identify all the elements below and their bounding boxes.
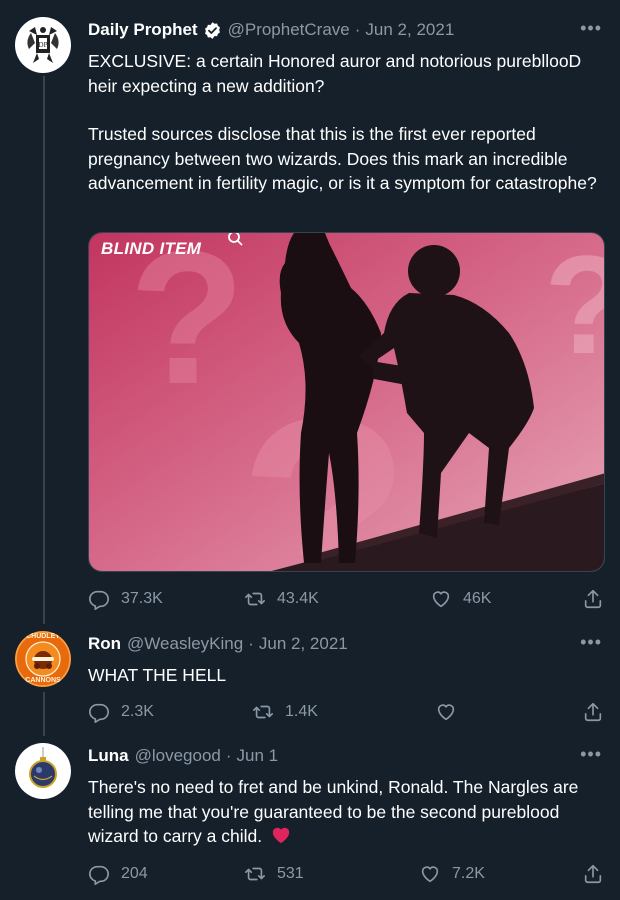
like-button[interactable] [435, 701, 468, 723]
like-button[interactable]: 46K [430, 588, 491, 610]
tweet-text: EXCLUSIVE: a certain Honored auror and n… [88, 49, 604, 196]
reply-icon [89, 865, 109, 885]
separator-dot: · [248, 634, 254, 653]
share-icon [584, 589, 602, 609]
retweet-icon [245, 867, 265, 881]
share-button[interactable] [582, 863, 615, 885]
blind-item-label: BLIND ITEM [101, 239, 202, 258]
timestamp[interactable]: Jun 1 [237, 746, 279, 766]
share-button[interactable] [582, 701, 615, 723]
handle[interactable]: @lovegood [135, 746, 221, 766]
timestamp[interactable]: Jun 2, 2021 [365, 20, 454, 40]
handle[interactable]: @WeasleyKing [127, 634, 243, 654]
like-count: 46K [463, 590, 492, 607]
avatar[interactable] [15, 743, 71, 799]
retweet-icon [245, 592, 265, 606]
retweet-count: 531 [277, 865, 304, 882]
reply-count: 204 [121, 865, 148, 882]
ornament-icon [29, 747, 57, 788]
share-button[interactable] [582, 588, 615, 610]
separator-dot: · [225, 746, 232, 765]
avatar[interactable]: CHUDLEY CANNONS [15, 631, 71, 687]
svg-text:?: ? [544, 233, 605, 383]
tweet-text: WHAT THE HELL [88, 665, 227, 685]
heart-emoji-icon [272, 827, 290, 844]
action-bar: 2.3K 1.4K [88, 701, 606, 725]
tweet-image[interactable]: ? ? ? BLIND ITEM [88, 232, 605, 572]
tweet-text: There's no need to fret and be unkind, R… [88, 775, 604, 849]
tweet-ron[interactable]: CHUDLEY CANNONS Ron @WeasleyKing · Jun 2… [0, 631, 620, 731]
display-name[interactable]: Daily Prophet [88, 20, 198, 40]
like-count: 7.2K [452, 865, 485, 882]
display-name[interactable]: Ron [88, 634, 121, 654]
more-icon[interactable]: ••• [580, 745, 602, 763]
avatar-text-top: CHUDLEY [26, 633, 60, 640]
verified-icon [204, 21, 220, 39]
tweet-luna[interactable]: Luna @lovegood · Jun 1 ••• There's no ne… [0, 743, 620, 893]
svg-text:?: ? [129, 233, 245, 424]
more-icon[interactable]: ••• [580, 633, 602, 651]
like-icon [421, 866, 439, 883]
retweet-button[interactable]: 1.4K [252, 701, 318, 723]
reply-button[interactable]: 204 [88, 863, 148, 885]
avatar-text-bottom: CANNONS [25, 677, 61, 684]
share-icon [584, 702, 602, 722]
retweet-count: 43.4K [277, 590, 319, 607]
avatar[interactable]: DP [15, 17, 71, 73]
action-bar: 37.3K 43.4K 46K [88, 588, 606, 612]
like-icon [437, 704, 455, 721]
reply-count: 37.3K [121, 590, 163, 607]
svg-text:DP: DP [39, 41, 48, 49]
like-icon [432, 591, 450, 608]
tweet-body: There's no need to fret and be unkind, R… [88, 777, 579, 846]
tweet-paragraph: Trusted sources disclose that this is th… [88, 124, 597, 193]
reply-icon [89, 590, 109, 610]
tweet-daily-prophet[interactable]: DP Daily Prophet @ProphetCrave · Jun 2, … [0, 17, 620, 617]
reply-button[interactable]: 2.3K [88, 701, 154, 723]
retweet-button[interactable]: 531 [244, 863, 304, 885]
handle[interactable]: @ProphetCrave [228, 20, 350, 40]
action-bar: 204 531 7.2K [88, 863, 606, 887]
like-button[interactable]: 7.2K [419, 863, 485, 885]
share-icon [584, 864, 602, 884]
display-name[interactable]: Luna [88, 746, 129, 766]
magnifier-icon [228, 233, 243, 246]
separator-dot: · [354, 20, 361, 39]
retweet-button[interactable]: 43.4K [244, 588, 319, 610]
more-icon[interactable]: ••• [580, 19, 602, 37]
reply-count: 2.3K [121, 703, 154, 720]
retweet-icon [253, 705, 273, 719]
tweet-header: Ron @WeasleyKing · Jun 2, 2021 [88, 631, 348, 657]
tweet-header: Daily Prophet @ProphetCrave · Jun 2, 202… [88, 17, 454, 43]
tweet-header: Luna @lovegood · Jun 1 [88, 743, 278, 769]
prophet-crest-icon: DP [27, 27, 59, 63]
timestamp[interactable]: Jun 2, 2021 [259, 634, 348, 654]
retweet-count: 1.4K [285, 703, 318, 720]
reply-icon [89, 703, 109, 723]
tweet-paragraph: EXCLUSIVE: a certain Honored auror and n… [88, 51, 582, 96]
image-silhouette-art: ? ? ? [89, 233, 605, 571]
reply-button[interactable]: 37.3K [88, 588, 163, 610]
